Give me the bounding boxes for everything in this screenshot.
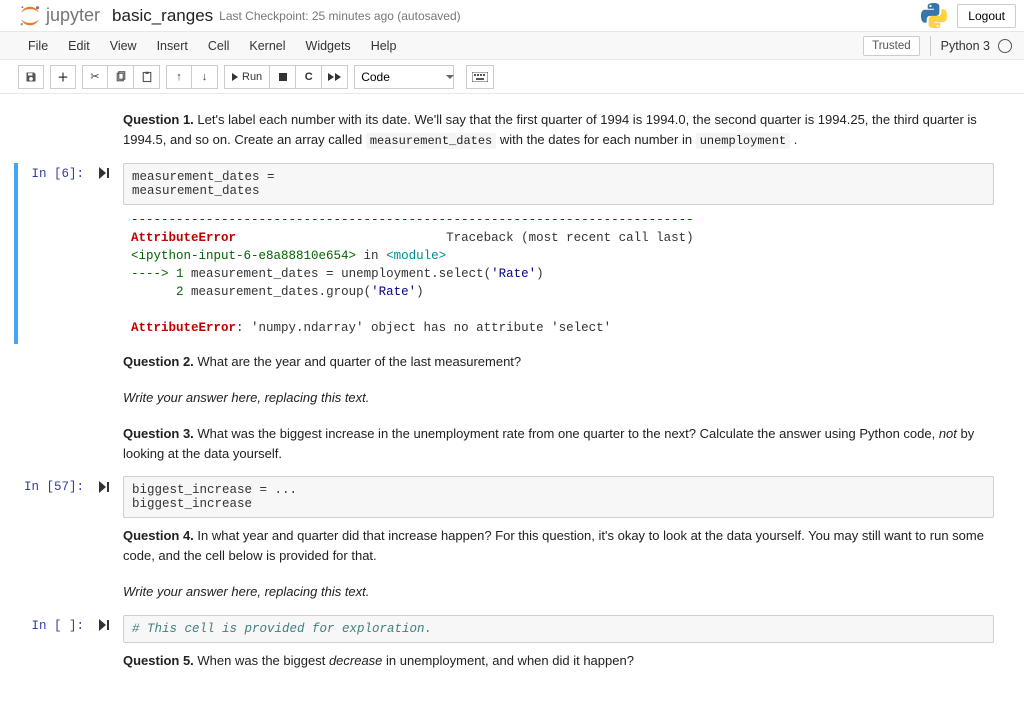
code-input-3[interactable]: # This cell is provided for exploration. [123,615,994,643]
play-icon [232,73,238,81]
markdown-cell-answer4[interactable]: Write your answer here, replacing this t… [18,578,994,610]
menu-cell[interactable]: Cell [198,34,240,58]
markdown-cell-q3[interactable]: Question 3. What was the biggest increas… [18,420,994,472]
run-button[interactable]: Run [224,65,270,89]
kernel-name: Python 3 [941,39,990,53]
trusted-badge[interactable]: Trusted [863,36,920,56]
q3-text: Question 3. What was the biggest increas… [123,420,994,472]
run-cell-icon [99,481,109,493]
prompt-in-empty: In [ ]: [18,615,123,643]
cut-button[interactable]: ✂ [82,65,108,89]
code-output-1: ----------------------------------------… [123,205,994,344]
move-up-button[interactable]: ↑ [166,65,192,89]
menu-view[interactable]: View [100,34,147,58]
checkpoint-text: Last Checkpoint: 25 minutes ago (autosav… [219,9,460,23]
q5-text: Question 5. When was the biggest decreas… [123,647,994,679]
celltype-select[interactable]: Code [354,65,454,89]
move-down-button[interactable]: ↓ [192,65,218,89]
jupyter-icon [18,4,42,28]
restart-run-all-button[interactable] [322,65,348,89]
code-cell-2[interactable]: In [57]: biggest_increase = ... biggest_… [18,476,994,518]
copy-button[interactable] [108,65,134,89]
kernel-status-icon [998,39,1012,53]
menu-bar: File Edit View Insert Cell Kernel Widget… [0,32,1024,60]
command-palette-button[interactable] [466,65,494,89]
run-cell-icon [99,167,109,179]
q1-text: Question 1. Let's label each number with… [123,106,994,159]
menu-help[interactable]: Help [361,34,407,58]
notebook-area: Question 1. Let's label each number with… [0,94,1024,723]
toolbar: ＋ ✂ ↑ ↓ Run C Code [0,60,1024,94]
prompt-in-6: In [6]: [18,163,123,344]
code-cell-3[interactable]: In [ ]: # This cell is provided for expl… [18,615,994,643]
header-bar: jupyter basic_ranges Last Checkpoint: 25… [0,0,1024,32]
code-input-2[interactable]: biggest_increase = ... biggest_increase [123,476,994,518]
menu-insert[interactable]: Insert [147,34,198,58]
prompt-in-57: In [57]: [18,476,123,518]
add-cell-button[interactable]: ＋ [50,65,76,89]
paste-button[interactable] [134,65,160,89]
save-button[interactable] [18,65,44,89]
restart-button[interactable]: C [296,65,322,89]
interrupt-button[interactable] [270,65,296,89]
kernel-indicator[interactable]: Python 3 [930,36,1016,56]
q4-text: Question 4. In what year and quarter did… [123,522,994,574]
q2-text: Question 2. What are the year and quarte… [123,348,994,380]
markdown-cell-q2[interactable]: Question 2. What are the year and quarte… [18,348,994,380]
notebook-name[interactable]: basic_ranges [112,6,213,26]
run-label: Run [242,71,262,83]
logout-button[interactable]: Logout [957,4,1016,28]
run-cell-icon [99,619,109,631]
answer-placeholder-2: Write your answer here, replacing this t… [123,390,369,405]
python-icon [921,3,947,29]
jupyter-text: jupyter [46,5,100,26]
markdown-cell-q4[interactable]: Question 4. In what year and quarter did… [18,522,994,574]
markdown-cell-q5[interactable]: Question 5. When was the biggest decreas… [18,647,994,679]
markdown-cell-q1[interactable]: Question 1. Let's label each number with… [18,106,994,159]
menu-kernel[interactable]: Kernel [239,34,295,58]
markdown-cell-answer2[interactable]: Write your answer here, replacing this t… [18,384,994,416]
stop-icon [279,73,287,81]
fast-forward-icon [328,73,341,81]
code-cell-1[interactable]: In [6]: measurement_dates = measurement_… [14,163,994,344]
menu-edit[interactable]: Edit [58,34,100,58]
jupyter-logo[interactable]: jupyter [18,4,100,28]
menu-file[interactable]: File [18,34,58,58]
code-input-1[interactable]: measurement_dates = measurement_dates [123,163,994,205]
menu-widgets[interactable]: Widgets [296,34,361,58]
answer-placeholder-4: Write your answer here, replacing this t… [123,584,369,599]
